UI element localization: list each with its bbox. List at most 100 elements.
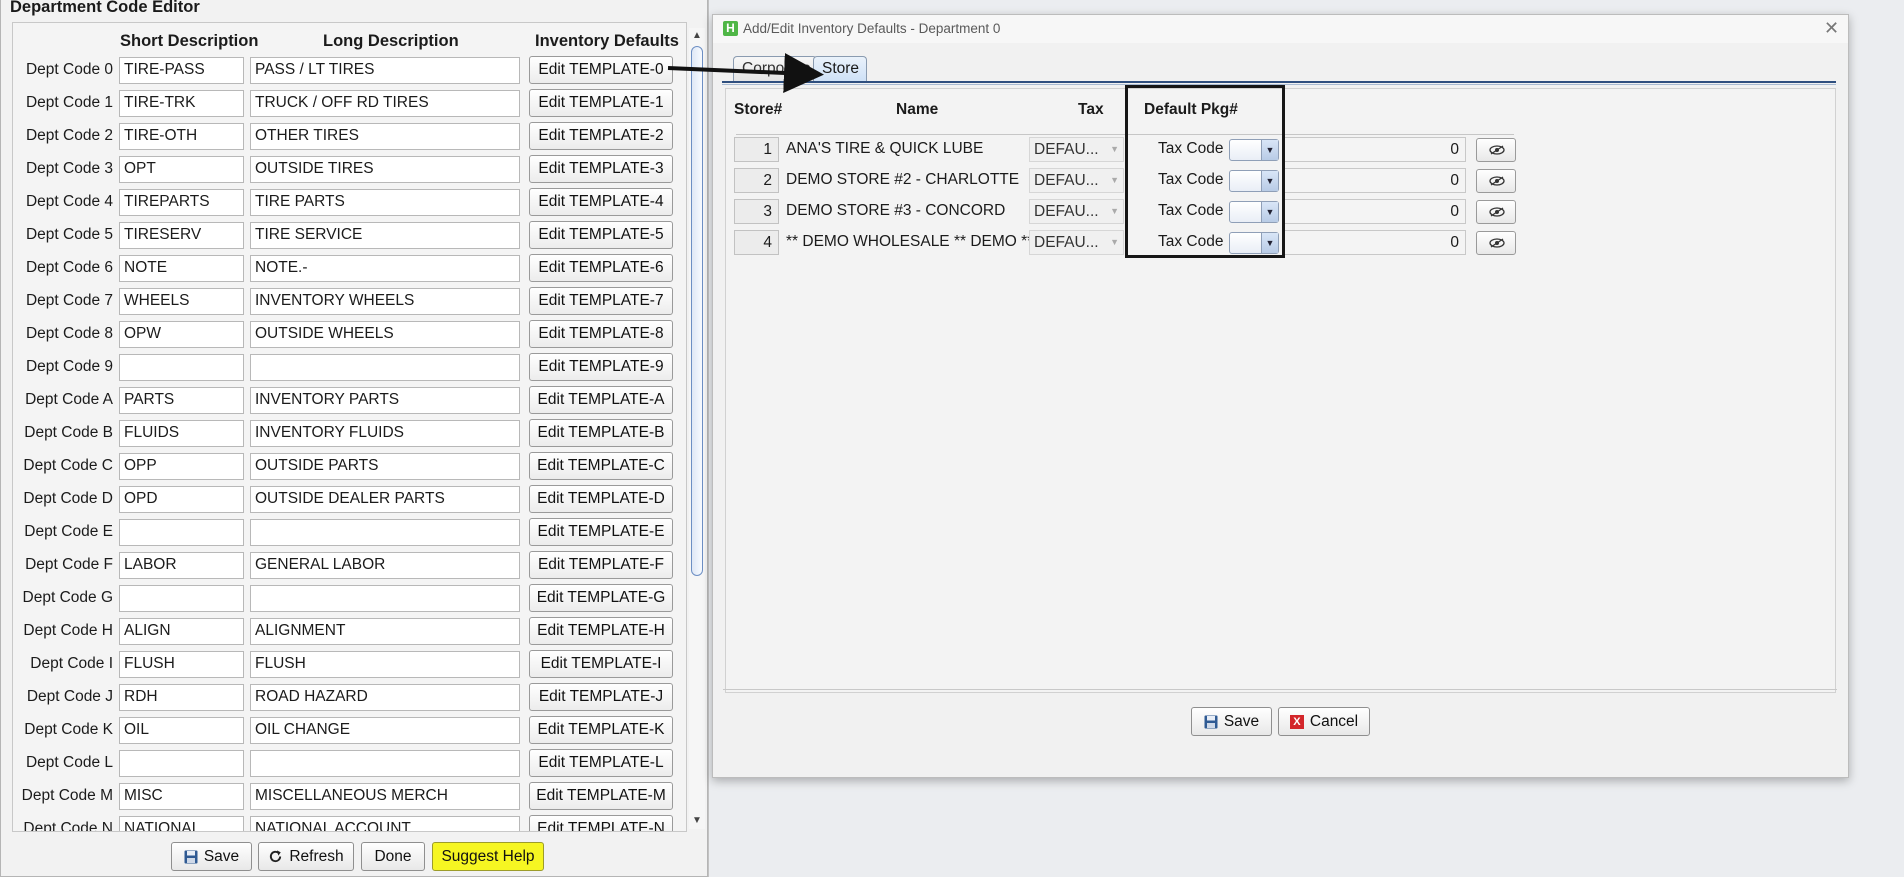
long-description-input[interactable]: PASS / LT TIRES (250, 57, 520, 84)
header-inventory-defaults: Inventory Defaults (535, 32, 679, 50)
short-description-input[interactable]: TIRE-TRK (119, 90, 244, 117)
long-description-input[interactable]: OIL CHANGE (250, 717, 520, 744)
edit-template-button[interactable]: Edit TEMPLATE-5 (529, 221, 673, 249)
editor-save-button[interactable]: Save (171, 842, 252, 871)
edit-template-button[interactable]: Edit TEMPLATE-K (529, 716, 673, 744)
view-button[interactable] (1476, 200, 1516, 224)
long-description-input[interactable]: OUTSIDE PARTS (250, 453, 520, 480)
long-description-input[interactable]: MISCELLANEOUS MERCH (250, 783, 520, 810)
short-description-input[interactable]: FLUIDS (119, 420, 244, 447)
edit-template-button[interactable]: Edit TEMPLATE-2 (529, 122, 673, 150)
dept-code-row: Dept Code G Edit TEMPLATE-G (13, 584, 686, 614)
long-description-input[interactable]: TIRE PARTS (250, 189, 520, 216)
long-description-input[interactable]: OUTSIDE TIRES (250, 156, 520, 183)
edit-template-button[interactable]: Edit TEMPLATE-0 (529, 56, 673, 84)
tax-dropdown[interactable]: DEFAU... ▼ (1029, 199, 1124, 224)
short-description-input[interactable]: OPD (119, 486, 244, 513)
view-button[interactable] (1476, 169, 1516, 193)
short-description-input[interactable]: NATIONAL (119, 816, 244, 831)
short-description-input[interactable]: WHEELS (119, 288, 244, 315)
short-description-input[interactable]: TIREPARTS (119, 189, 244, 216)
short-description-input[interactable]: ALIGN (119, 618, 244, 645)
long-description-input[interactable]: TRUCK / OFF RD TIRES (250, 90, 520, 117)
edit-template-button[interactable]: Edit TEMPLATE-I (529, 650, 673, 678)
short-description-input[interactable]: MISC (119, 783, 244, 810)
default-pkg-input[interactable]: 0 (1282, 230, 1466, 255)
edit-template-button[interactable]: Edit TEMPLATE-B (529, 419, 673, 447)
short-description-input[interactable]: OPT (119, 156, 244, 183)
edit-template-button[interactable]: Edit TEMPLATE-8 (529, 320, 673, 348)
edit-template-button[interactable]: Edit TEMPLATE-D (529, 485, 673, 513)
long-description-input[interactable]: OTHER TIRES (250, 123, 520, 150)
view-button[interactable] (1476, 231, 1516, 255)
short-description-input[interactable]: NOTE (119, 255, 244, 282)
short-description-input[interactable]: TIRE-OTH (119, 123, 244, 150)
short-description-input[interactable] (119, 519, 244, 546)
edit-template-button[interactable]: Edit TEMPLATE-J (529, 683, 673, 711)
edit-template-button[interactable]: Edit TEMPLATE-N (529, 815, 673, 831)
tax-dropdown[interactable]: DEFAU... ▼ (1029, 230, 1124, 255)
edit-template-button[interactable]: Edit TEMPLATE-1 (529, 89, 673, 117)
edit-template-button[interactable]: Edit TEMPLATE-E (529, 518, 673, 546)
edit-template-button[interactable]: Edit TEMPLATE-M (529, 782, 673, 810)
tax-dropdown[interactable]: DEFAU... ▼ (1029, 168, 1124, 193)
long-description-input[interactable]: OUTSIDE WHEELS (250, 321, 520, 348)
default-pkg-input[interactable]: 0 (1282, 137, 1466, 162)
edit-template-button[interactable]: Edit TEMPLATE-F (529, 551, 673, 579)
done-button[interactable]: Done (361, 842, 425, 871)
long-description-input[interactable]: INVENTORY FLUIDS (250, 420, 520, 447)
edit-template-button[interactable]: Edit TEMPLATE-9 (529, 353, 673, 381)
long-description-input[interactable] (250, 585, 520, 612)
dialog-save-button[interactable]: Save (1191, 707, 1272, 736)
long-description-input[interactable]: ROAD HAZARD (250, 684, 520, 711)
tax-dropdown[interactable]: DEFAU... ▼ (1029, 137, 1124, 162)
tab-corporate[interactable]: Corporate (733, 56, 817, 82)
scroll-down-arrow-icon[interactable]: ▼ (689, 813, 705, 829)
scrollbar-thumb[interactable] (691, 46, 703, 576)
short-description-input[interactable]: FLUSH (119, 651, 244, 678)
long-description-input[interactable]: INVENTORY PARTS (250, 387, 520, 414)
edit-template-button[interactable]: Edit TEMPLATE-L (529, 749, 673, 777)
short-description-input[interactable] (119, 585, 244, 612)
short-description-input[interactable]: TIRESERV (119, 222, 244, 249)
suggest-help-button[interactable]: Suggest Help (432, 842, 544, 871)
view-button[interactable] (1476, 138, 1516, 162)
short-description-input[interactable]: PARTS (119, 387, 244, 414)
edit-template-button[interactable]: Edit TEMPLATE-4 (529, 188, 673, 216)
long-description-input[interactable]: OUTSIDE DEALER PARTS (250, 486, 520, 513)
short-description-input[interactable]: OIL (119, 717, 244, 744)
refresh-button[interactable]: Refresh (258, 842, 354, 871)
edit-template-button[interactable]: Edit TEMPLATE-6 (529, 254, 673, 282)
short-description-input[interactable]: OPP (119, 453, 244, 480)
long-description-input[interactable]: GENERAL LABOR (250, 552, 520, 579)
edit-template-button[interactable]: Edit TEMPLATE-C (529, 452, 673, 480)
long-description-input[interactable]: FLUSH (250, 651, 520, 678)
short-description-input[interactable]: RDH (119, 684, 244, 711)
long-description-input[interactable]: TIRE SERVICE (250, 222, 520, 249)
edit-template-button[interactable]: Edit TEMPLATE-3 (529, 155, 673, 183)
default-pkg-input[interactable]: 0 (1282, 199, 1466, 224)
edit-template-button[interactable]: Edit TEMPLATE-G (529, 584, 673, 612)
long-description-input[interactable]: NOTE.- (250, 255, 520, 282)
short-description-input[interactable] (119, 354, 244, 381)
short-description-input[interactable] (119, 750, 244, 777)
tab-store[interactable]: Store (813, 56, 867, 82)
edit-template-button[interactable]: Edit TEMPLATE-7 (529, 287, 673, 315)
editor-scrollbar[interactable]: ▲ ▼ (689, 28, 705, 829)
close-icon[interactable]: ✕ (1824, 18, 1839, 39)
long-description-input[interactable] (250, 519, 520, 546)
long-description-input[interactable]: NATIONAL ACCOUNT (250, 816, 520, 831)
long-description-input[interactable] (250, 750, 520, 777)
default-pkg-input[interactable]: 0 (1282, 168, 1466, 193)
long-description-input[interactable]: ALIGNMENT (250, 618, 520, 645)
edit-template-button[interactable]: Edit TEMPLATE-A (529, 386, 673, 414)
short-description-input[interactable]: OPW (119, 321, 244, 348)
edit-template-button[interactable]: Edit TEMPLATE-H (529, 617, 673, 645)
long-description-input[interactable]: INVENTORY WHEELS (250, 288, 520, 315)
dept-code-row: Dept Code C OPP OUTSIDE PARTS Edit TEMPLATE… (13, 452, 686, 482)
long-description-input[interactable] (250, 354, 520, 381)
short-description-input[interactable]: TIRE-PASS (119, 57, 244, 84)
scroll-up-arrow-icon[interactable]: ▲ (689, 28, 705, 44)
short-description-input[interactable]: LABOR (119, 552, 244, 579)
dialog-cancel-button[interactable]: X Cancel (1278, 707, 1370, 736)
